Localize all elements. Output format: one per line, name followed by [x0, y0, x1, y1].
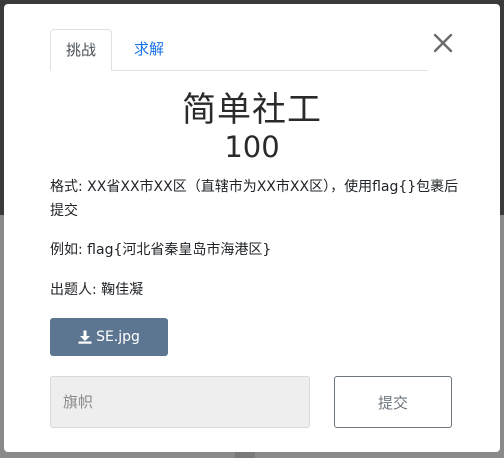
tab-solves[interactable]: 求解	[122, 29, 176, 70]
download-icon	[78, 330, 92, 344]
download-file-button[interactable]: SE.jpg	[50, 318, 168, 356]
tab-bar: 挑战 求解	[50, 29, 428, 71]
download-file-label: SE.jpg	[96, 329, 140, 345]
example-description: 例如: flag{河北省秦皇岛市海港区}	[50, 242, 272, 258]
author-description: 出题人: 鞠佳凝	[50, 282, 144, 298]
challenge-modal: 挑战 求解 简单社工 100 格式: XX省XX市XX区（直辖市为XX市XX区）…	[4, 4, 500, 452]
close-icon	[433, 33, 453, 53]
format-description: 格式: XX省XX市XX区（直辖市为XX市XX区），使用flag{}包裹后提交	[50, 179, 459, 219]
tab-challenge[interactable]: 挑战	[50, 29, 112, 71]
close-button[interactable]	[430, 30, 456, 56]
submit-button[interactable]: 提交	[334, 376, 452, 428]
challenge-title: 简单社工	[182, 90, 322, 130]
flag-input[interactable]	[50, 376, 310, 428]
challenge-points: 100	[224, 130, 280, 164]
backdrop-scroll-nub	[235, 452, 255, 458]
